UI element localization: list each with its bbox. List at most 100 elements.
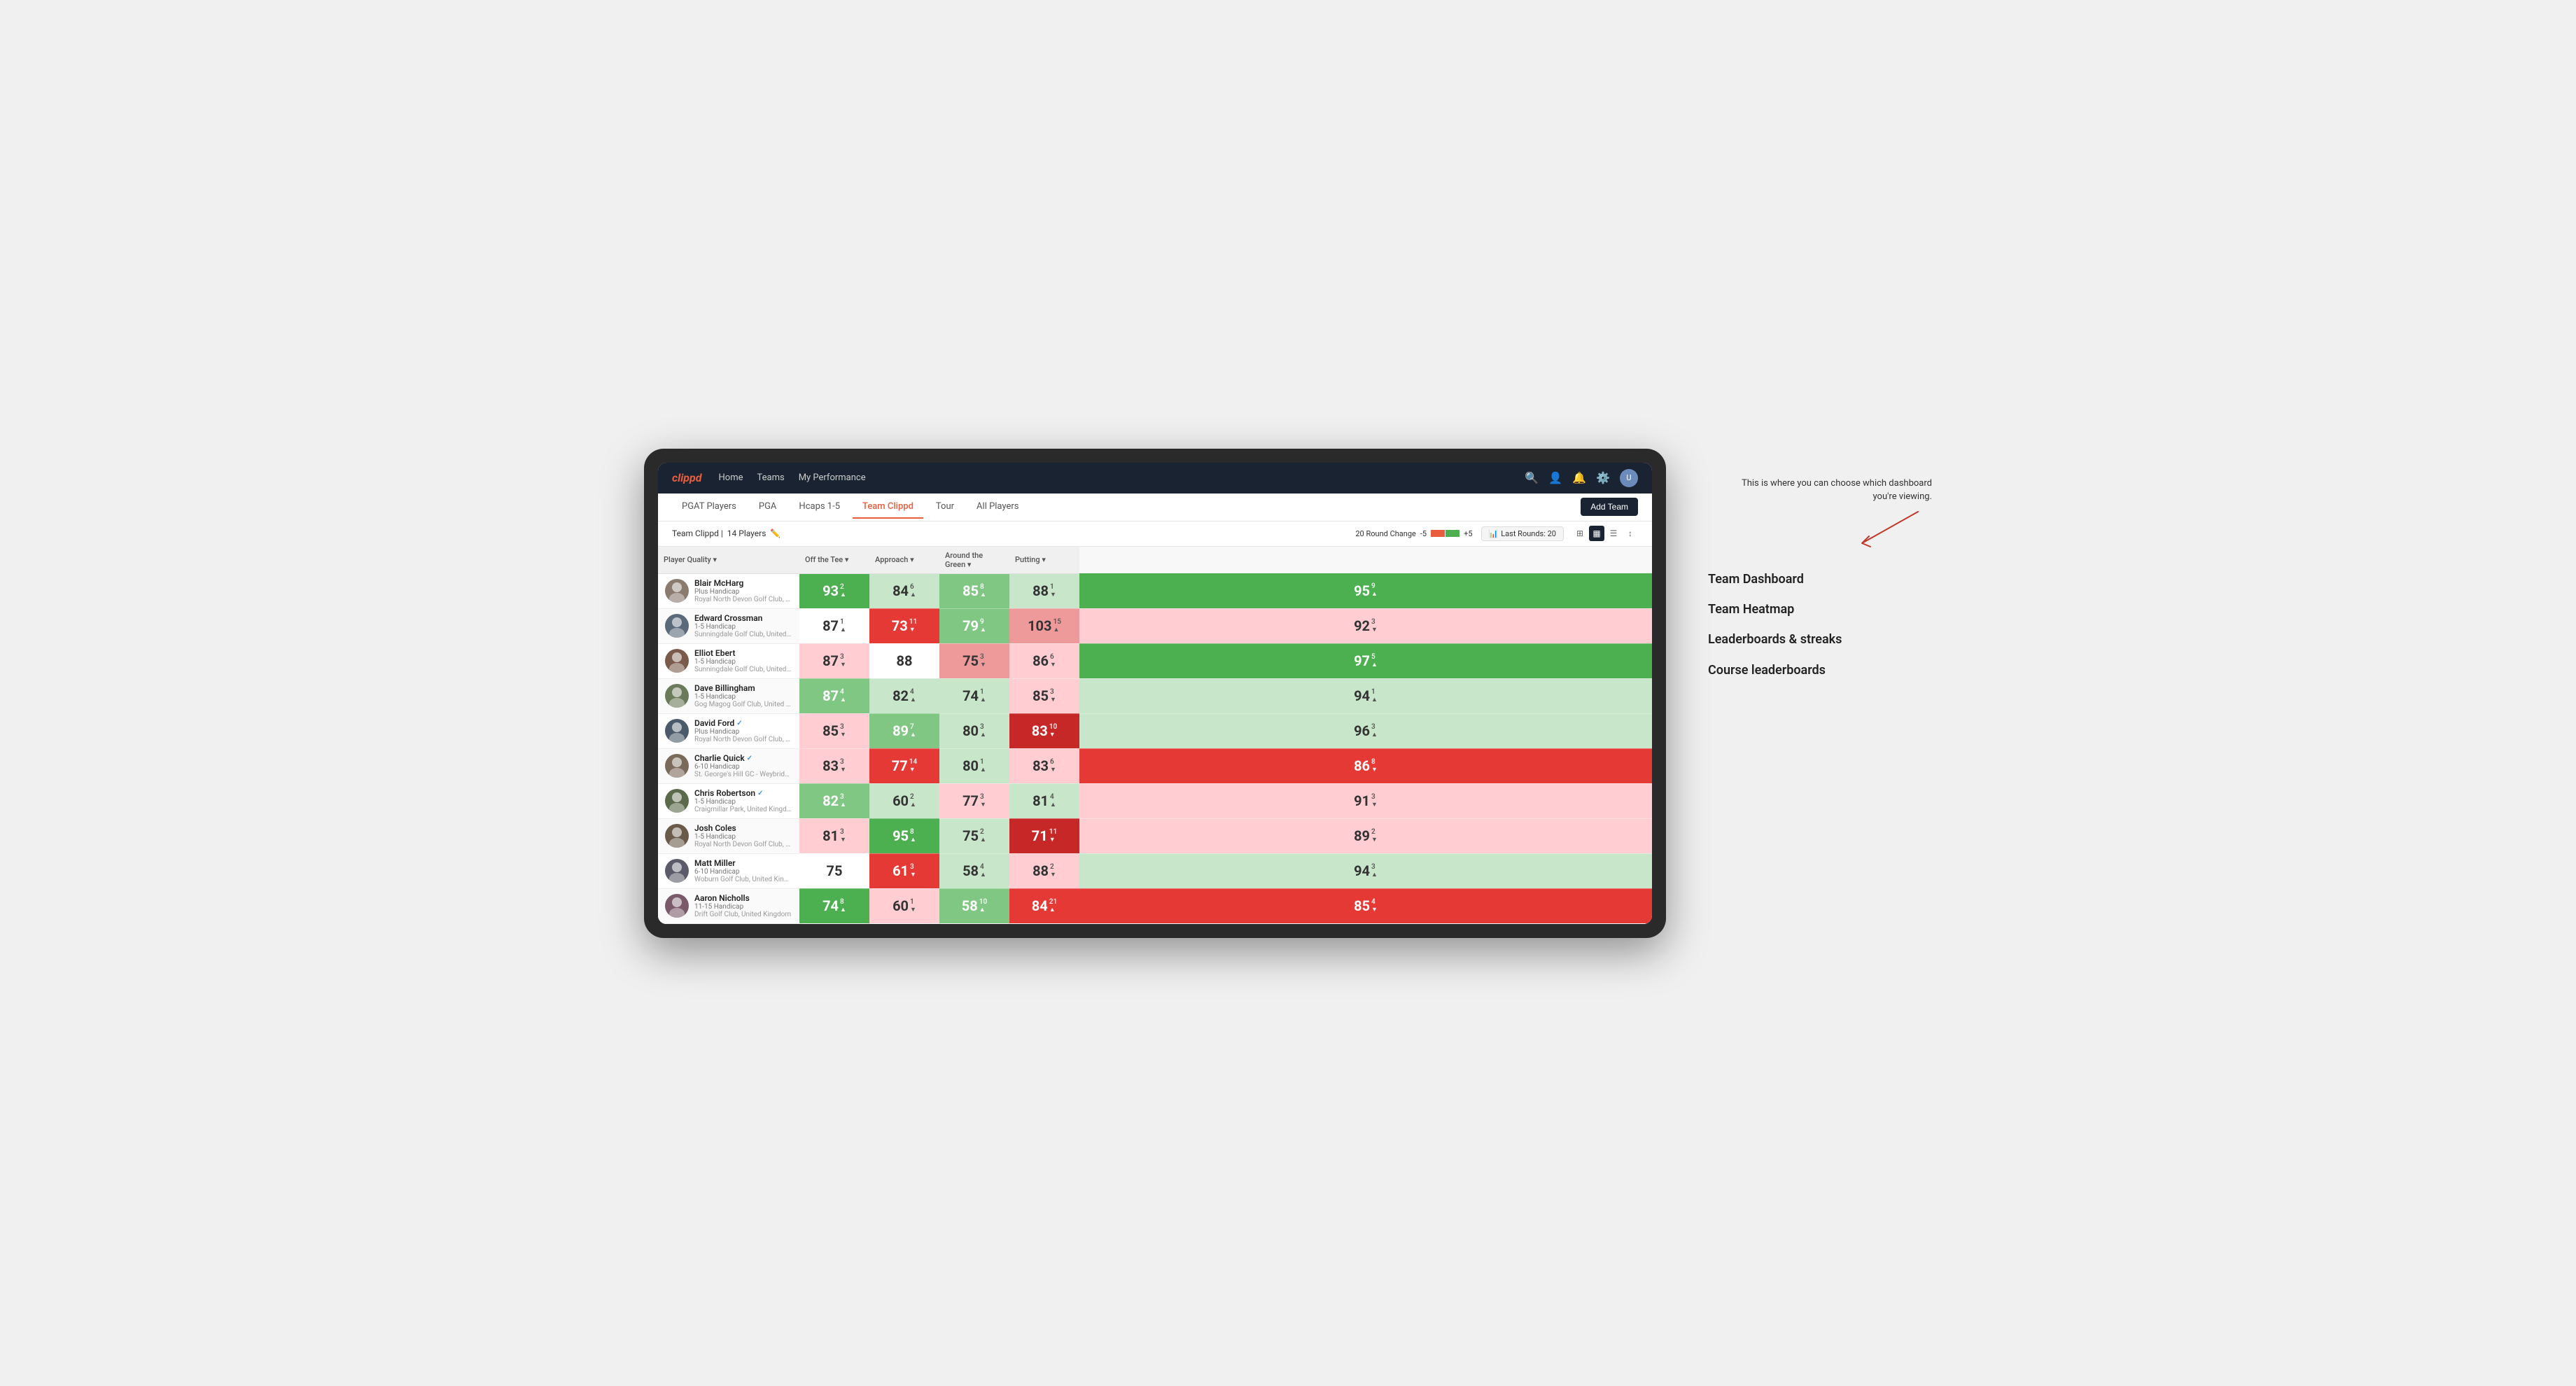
nav-icons: 🔍 👤 🔔 ⚙️ U <box>1525 469 1638 487</box>
score-number: 85 <box>822 722 839 739</box>
table-row[interactable]: Chris Robertson ✓ 1-5 Handicap Craigmill… <box>658 783 1652 818</box>
tab-hcaps[interactable]: Hcaps 1-5 <box>789 496 850 519</box>
filter-icon[interactable]: ↕ <box>1623 526 1638 541</box>
score-change: 3▼ <box>840 828 846 844</box>
sub-header: Team Clippd | 14 Players ✏️ 20 Round Cha… <box>658 522 1652 547</box>
score-content: 95 8▲ <box>869 819 939 853</box>
player-details: Josh Coles 1-5 Handicap Royal North Devo… <box>694 823 792 848</box>
player-avatar <box>665 754 689 778</box>
score-number: 94 <box>1354 687 1370 704</box>
score-content: 92 3▼ <box>1079 609 1652 643</box>
score-change: 9▲ <box>1371 582 1378 598</box>
score-cell-off_tee: 77 14▼ <box>869 748 939 783</box>
score-cell-around_green: 88 1▼ <box>1009 573 1079 608</box>
table-view-icon[interactable]: ▦ <box>1589 526 1604 541</box>
score-change: 1▲ <box>980 758 986 774</box>
player-handicap: 11-15 Handicap <box>694 903 792 911</box>
player-handicap: Plus Handicap <box>694 588 792 596</box>
player-cell: Edward Crossman 1-5 Handicap Sunningdale… <box>658 608 799 643</box>
add-team-button[interactable]: Add Team <box>1581 498 1638 516</box>
player-info: Chris Robertson ✓ 1-5 Handicap Craigmill… <box>665 788 792 813</box>
grid-view-icon[interactable]: ⊞ <box>1572 526 1588 541</box>
player-club: Drift Golf Club, United Kingdom <box>694 911 792 918</box>
score-cell-quality: 85 3▼ <box>799 713 869 748</box>
bell-icon[interactable]: 🔔 <box>1572 471 1586 484</box>
table-row[interactable]: Elliot Ebert 1-5 Handicap Sunningdale Go… <box>658 643 1652 678</box>
table-row[interactable]: Matt Miller 6-10 Handicap Woburn Golf Cl… <box>658 853 1652 888</box>
score-cell-putting: 92 3▼ <box>1079 608 1652 643</box>
score-number: 83 <box>1032 722 1048 739</box>
score-change: 1▼ <box>910 898 916 914</box>
table-row[interactable]: David Ford ✓ Plus Handicap Royal North D… <box>658 713 1652 748</box>
search-icon[interactable]: 🔍 <box>1525 471 1539 484</box>
score-change: 14▼ <box>909 758 917 774</box>
score-change: 8▲ <box>910 828 916 844</box>
score-cell-quality: 87 4▲ <box>799 678 869 713</box>
score-content: 103 15▲ <box>1009 609 1079 643</box>
tab-pgat-players[interactable]: PGAT Players <box>672 496 746 519</box>
score-number: 77 <box>962 792 979 809</box>
score-cell-approach: 80 1▲ <box>939 748 1009 783</box>
player-name: Charlie Quick ✓ <box>694 753 792 763</box>
player-details: David Ford ✓ Plus Handicap Royal North D… <box>694 718 792 743</box>
table-row[interactable]: Josh Coles 1-5 Handicap Royal North Devo… <box>658 818 1652 853</box>
score-content: 79 9▲ <box>939 609 1009 643</box>
table-row[interactable]: Dave Billingham 1-5 Handicap Gog Magog G… <box>658 678 1652 713</box>
col-header-player: Player Quality ▾ <box>658 547 799 574</box>
table-row[interactable]: Charlie Quick ✓ 6-10 Handicap St. George… <box>658 748 1652 783</box>
edit-icon[interactable]: ✏️ <box>770 528 780 538</box>
score-content: 82 4▲ <box>869 679 939 713</box>
score-number: 86 <box>1354 757 1370 774</box>
player-handicap: 6-10 Handicap <box>694 868 792 876</box>
score-number: 97 <box>1354 652 1370 669</box>
table-row[interactable]: Aaron Nicholls 11-15 Handicap Drift Golf… <box>658 888 1652 923</box>
player-club: Sunningdale Golf Club, United Kingdom <box>694 666 792 673</box>
tab-team-clippd[interactable]: Team Clippd <box>853 496 923 519</box>
tabs-list: PGAT Players PGA Hcaps 1-5 Team Clippd T… <box>672 496 1029 519</box>
last-rounds-button[interactable]: 📊 Last Rounds: 20 <box>1481 526 1564 541</box>
score-change: 4▲ <box>980 863 986 879</box>
nav-home[interactable]: Home <box>719 470 743 486</box>
annotation-intro: This is where you can choose which dashb… <box>1736 477 1932 550</box>
player-handicap: 6-10 Handicap <box>694 763 792 771</box>
list-view-icon[interactable]: ☰ <box>1606 526 1621 541</box>
nav-my-performance[interactable]: My Performance <box>799 470 866 486</box>
score-change: 5▲ <box>1371 653 1378 669</box>
score-content: 80 3▲ <box>939 714 1009 748</box>
score-number: 96 <box>1354 722 1370 739</box>
player-cell: David Ford ✓ Plus Handicap Royal North D… <box>658 713 799 748</box>
score-number: 75 <box>962 652 979 669</box>
score-change: 3▼ <box>910 863 916 879</box>
tab-pga[interactable]: PGA <box>749 496 787 519</box>
player-cell: Matt Miller 6-10 Handicap Woburn Golf Cl… <box>658 853 799 888</box>
player-info: Aaron Nicholls 11-15 Handicap Drift Golf… <box>665 893 792 918</box>
bar-red <box>1431 530 1445 537</box>
settings-icon[interactable]: ⚙️ <box>1596 471 1610 484</box>
tab-tour[interactable]: Tour <box>926 496 964 519</box>
score-cell-around_green: 81 4▲ <box>1009 783 1079 818</box>
score-change: 3▼ <box>1371 618 1378 634</box>
score-content: 75 <box>799 854 869 888</box>
score-cell-quality: 83 3▼ <box>799 748 869 783</box>
score-number: 74 <box>962 687 979 704</box>
score-cell-off_tee: 82 4▲ <box>869 678 939 713</box>
score-content: 89 2▼ <box>1079 819 1652 853</box>
score-change: 1▲ <box>1371 688 1378 704</box>
table-row[interactable]: Blair McHarg Plus Handicap Royal North D… <box>658 573 1652 608</box>
score-cell-off_tee: 61 3▼ <box>869 853 939 888</box>
tab-all-players[interactable]: All Players <box>967 496 1028 519</box>
score-change: 4▼ <box>1371 898 1378 914</box>
score-content: 77 3▼ <box>939 784 1009 818</box>
score-change: 3▼ <box>980 793 986 809</box>
score-number: 93 <box>822 582 839 599</box>
score-number: 60 <box>892 897 909 914</box>
player-cell: Elliot Ebert 1-5 Handicap Sunningdale Go… <box>658 643 799 678</box>
score-content: 94 3▲ <box>1079 854 1652 888</box>
person-icon[interactable]: 👤 <box>1548 471 1562 484</box>
logo: clippd <box>672 471 702 484</box>
table-row[interactable]: Edward Crossman 1-5 Handicap Sunningdale… <box>658 608 1652 643</box>
player-avatar <box>665 649 689 673</box>
nav-teams[interactable]: Teams <box>757 470 784 486</box>
score-number: 89 <box>892 722 909 739</box>
avatar[interactable]: U <box>1620 469 1638 487</box>
